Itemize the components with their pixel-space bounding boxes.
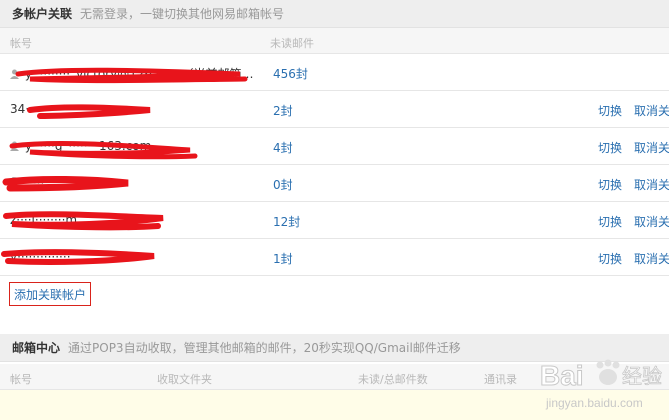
unread-count[interactable]: 1封 [273,250,293,267]
unlink-button[interactable]: 取消关 [634,250,669,267]
account-name: y··········_victory@126.com（当前邮箱… [10,65,254,82]
switch-button[interactable]: 切换 [598,213,622,230]
account-row: y·············· 1封 切换 取消关 [0,239,669,276]
unread-count[interactable]: 12封 [273,213,300,230]
column-unread: 未读邮件 [270,37,314,50]
switch-button[interactable]: 切换 [598,102,622,119]
multi-account-title: 多帐户关联 [12,7,73,21]
person-icon [10,69,19,79]
account-email: fl······· [10,176,45,190]
unread-count[interactable]: 0封 [273,176,293,193]
column-account: 帐号 [10,373,32,386]
account-name: y······g_········163.com [10,139,151,153]
column-folder: 收取文件夹 [157,373,212,386]
account-email: y··········_victory@126.com（当前邮箱… [24,67,254,81]
switch-button[interactable]: 切换 [598,176,622,193]
column-account: 帐号 [10,37,32,50]
account-row: z····l········m 12封 切换 取消关 [0,202,669,239]
account-email: z····l········m [10,213,78,227]
section-gap [0,312,669,334]
unlink-button[interactable]: 取消关 [634,213,669,230]
account-row: y······g_········163.com 4封 切换 取消关 [0,128,669,165]
mailbox-center-column-header: 帐号 收取文件夹 未读/总邮件数 通讯录 [0,364,669,390]
multi-account-description: 无需登录，一键切换其他网易邮箱帐号 [80,7,285,21]
unread-count[interactable]: 4封 [273,139,293,156]
unread-count[interactable]: 456封 [273,65,308,82]
account-email: y·············· [10,250,71,264]
unlink-button[interactable]: 取消关 [634,102,669,119]
mailbox-center-row [0,390,669,420]
multi-account-header: 多帐户关联 无需登录，一键切换其他网易邮箱帐号 [0,0,669,28]
account-row: 34····················· 2封 切换 取消关 [0,91,669,128]
account-row: y··········_victory@126.com（当前邮箱… 456封 [0,54,669,91]
mailbox-center-title: 邮箱中心 [12,341,61,355]
person-icon [10,141,19,151]
unlink-button[interactable]: 取消关 [634,139,669,156]
unread-count[interactable]: 2封 [273,102,293,119]
column-status: 通讯录 [484,373,517,386]
mailbox-center-header: 邮箱中心 通过POP3自动收取，管理其他邮箱的邮件，20秒实现QQ/Gmail邮… [0,334,669,362]
account-email: 34····················· [10,102,106,116]
account-row: fl······· 0封 切换 取消关 [0,165,669,202]
column-count: 未读/总邮件数 [358,373,428,386]
account-email: y······g_········163.com [24,139,152,153]
switch-button[interactable]: 切换 [598,139,622,156]
switch-button[interactable]: 切换 [598,250,622,267]
add-linked-account-button[interactable]: 添加关联帐户 [9,282,92,306]
mailbox-center-description: 通过POP3自动收取，管理其他邮箱的邮件，20秒实现QQ/Gmail邮件迁移 [68,341,461,355]
multi-account-column-header: 帐号 未读邮件 [0,28,669,54]
unlink-button[interactable]: 取消关 [634,176,669,193]
